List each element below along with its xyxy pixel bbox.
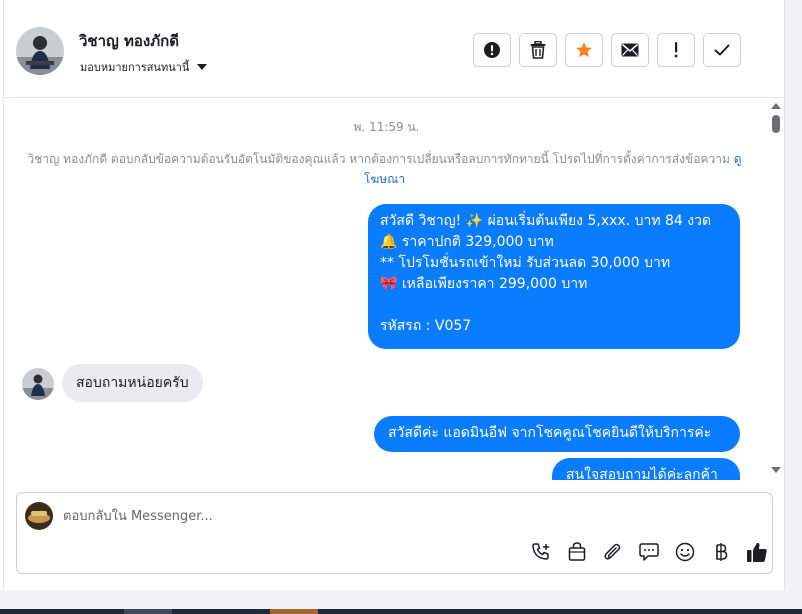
incoming-message-bubble[interactable]: สอบถามหน่อยครับ [62, 364, 203, 402]
system-note-text: วิชาญ ทองภักดี ตอบกลับข้อความต้อนรับอัตโ… [27, 152, 730, 166]
saved-reply-icon [639, 543, 659, 561]
contact-avatar[interactable] [16, 27, 64, 75]
message-thread[interactable]: พ. 11:59 น. วิชาญ ทองภักดี ตอบกลับข้อควา… [4, 98, 769, 480]
reply-input[interactable] [63, 505, 743, 527]
system-note: วิชาญ ทองภักดี ตอบกลับข้อความต้อนรับอัตโ… [22, 149, 747, 189]
message-line: 🔔 ราคาปกติ 329,000 บาท [380, 234, 554, 250]
outgoing-message-bubble[interactable]: สวัสดีค่ะ แอดมินอีฟ จากโชคคูณโชคยินดีให้… [374, 416, 740, 452]
conversation-header: วิชาญ ทองภักดี มอบหมายการสนทนานี้ [4, 0, 784, 98]
message-timestamp: พ. 11:59 น. [353, 120, 420, 134]
contact-name[interactable]: วิชาญ ทองภักดี [79, 29, 179, 53]
message-line: ** โปรโมชั่นรถเข้าใหม่ รับส่วนลด 30,000 … [380, 255, 671, 271]
paperclip-icon [604, 543, 621, 560]
star-button[interactable] [565, 33, 603, 67]
message-line: รหัสรถ : V057 [380, 318, 472, 334]
mark-unread-button[interactable] [611, 33, 649, 67]
trash-icon [530, 41, 546, 59]
outer-background [785, 0, 802, 590]
outgoing-message-bubble[interactable]: สวัสดี วิชาญ! ✨ ผ่อนเริ่มต้นเพียง 5,xxx.… [368, 204, 740, 349]
like-button[interactable] [739, 541, 775, 563]
shopping-bag-icon [568, 542, 586, 561]
done-button[interactable] [703, 33, 741, 67]
baht-icon [716, 543, 728, 561]
header-actions [473, 33, 741, 67]
attach-button[interactable] [595, 541, 631, 563]
star-icon [576, 42, 592, 58]
taskbar-item[interactable] [124, 609, 172, 614]
caret-down-icon [197, 64, 208, 70]
composer-toolbar [523, 541, 775, 563]
check-icon [714, 44, 730, 56]
os-taskbar [0, 609, 802, 614]
assign-conversation-dropdown[interactable]: มอบหมายการสนทนานี้ [80, 58, 208, 76]
scroll-up-arrow[interactable] [771, 103, 781, 109]
taskbar-item[interactable] [270, 609, 318, 614]
scrollbar-thumb[interactable] [772, 115, 780, 133]
saved-reply-button[interactable] [631, 541, 667, 563]
exclamation-icon [674, 42, 678, 58]
phone-plus-icon [532, 543, 549, 560]
scroll-down-arrow[interactable] [771, 467, 781, 473]
outgoing-message-bubble[interactable]: สนใจสอบถามได้ค่ะลูกค้า [552, 458, 740, 480]
shop-button[interactable] [559, 541, 595, 563]
assign-label: มอบหมายการสนทนานี้ [80, 61, 190, 74]
payment-button[interactable] [703, 541, 739, 563]
delete-button[interactable] [519, 33, 557, 67]
emoji-button[interactable] [667, 541, 703, 563]
report-button[interactable] [473, 33, 511, 67]
envelope-icon [621, 43, 639, 57]
thumbs-up-icon [747, 542, 767, 562]
alert-circle-icon [484, 42, 500, 58]
page-avatar [25, 502, 53, 530]
reply-composer [16, 492, 773, 574]
message-line: สวัสดี วิชาญ! ✨ ผ่อนเริ่มต้นเพียง 5,xxx.… [380, 213, 712, 229]
emoji-icon [675, 542, 695, 562]
contact-avatar-small [22, 368, 54, 400]
call-button[interactable] [523, 541, 559, 563]
message-line-blank [380, 295, 728, 316]
message-line: 🎀 เหลือเพียงราคา 299,000 บาท [380, 276, 588, 292]
spam-button[interactable] [657, 33, 695, 67]
